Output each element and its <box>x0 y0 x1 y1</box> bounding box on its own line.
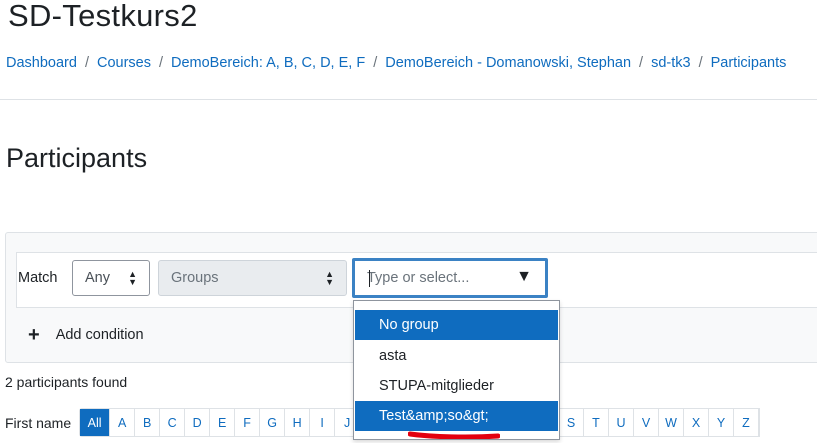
initials-letters-right: S T U V W X Y Z <box>559 408 760 437</box>
initial-letter[interactable]: G <box>260 409 286 436</box>
initial-letter[interactable]: V <box>634 409 659 436</box>
initial-letter[interactable]: S <box>559 409 584 436</box>
filter-type-value: Groups <box>171 270 219 286</box>
updown-arrows-icon: ▲ ▼ <box>128 269 137 287</box>
breadcrumb-separator: / <box>373 55 378 71</box>
firstname-initials-bar: First name All A B C D E F G H I J <box>5 408 362 437</box>
initial-letter[interactable]: I <box>310 409 336 436</box>
group-autocomplete[interactable]: ▼ <box>352 258 548 298</box>
text-cursor <box>369 270 370 287</box>
match-select[interactable]: Any ▲ ▼ <box>72 260 150 296</box>
initials-letters: All A B C D E F G H I J <box>79 408 362 437</box>
breadcrumb-demobereich-subcategory[interactable]: DemoBereich - Domanowski, Stephan <box>385 55 631 71</box>
group-search-input[interactable] <box>355 261 515 295</box>
option-test-escaped[interactable]: Test&amp;so&gt; <box>355 401 558 431</box>
breadcrumb-separator: / <box>698 55 703 71</box>
breadcrumb-dashboard[interactable]: Dashboard <box>6 55 77 71</box>
updown-arrows-icon: ▲ ▼ <box>325 269 334 287</box>
initial-letter[interactable]: Z <box>734 409 759 436</box>
breadcrumb-demobereich-category[interactable]: DemoBereich: A, B, C, D, E, F <box>171 55 365 71</box>
breadcrumb-participants[interactable]: Participants <box>711 55 787 71</box>
breadcrumb-separator: / <box>639 55 644 71</box>
breadcrumb: Dashboard / Courses / DemoBereich: A, B,… <box>6 55 786 71</box>
header-divider <box>0 99 817 100</box>
initial-letter[interactable]: T <box>584 409 609 436</box>
match-select-value: Any <box>85 270 110 286</box>
initial-all[interactable]: All <box>80 409 111 436</box>
initial-letter[interactable]: Y <box>709 409 734 436</box>
initial-letter[interactable]: A <box>110 409 136 436</box>
red-underline-annotation <box>408 431 500 439</box>
initial-letter[interactable]: U <box>609 409 634 436</box>
match-label: Match <box>18 270 58 286</box>
breadcrumb-course[interactable]: sd-tk3 <box>651 55 691 71</box>
initial-letter[interactable]: B <box>135 409 161 436</box>
dropdown-arrow-icon[interactable]: ▼ <box>516 268 532 286</box>
breadcrumb-courses[interactable]: Courses <box>97 55 151 71</box>
initial-letter[interactable]: W <box>659 409 684 436</box>
group-options-listbox: No group asta STUPA-mitglieder Test&amp;… <box>353 300 560 440</box>
initial-letter[interactable]: H <box>285 409 311 436</box>
breadcrumb-separator: / <box>84 55 89 71</box>
participants-count: 2 participants found <box>5 374 128 390</box>
initial-letter[interactable]: F <box>235 409 261 436</box>
initial-letter[interactable]: C <box>160 409 186 436</box>
option-stupa-mitglieder[interactable]: STUPA-mitglieder <box>355 371 558 401</box>
page-title: Participants <box>6 143 148 173</box>
initials-label: First name <box>5 414 72 431</box>
course-title: SD-Testkurs2 <box>8 0 198 33</box>
initial-letter[interactable]: E <box>210 409 236 436</box>
filter-type-select[interactable]: Groups ▲ ▼ <box>158 260 347 296</box>
initial-letter[interactable]: D <box>185 409 211 436</box>
option-asta[interactable]: asta <box>355 341 558 371</box>
add-condition-label: Add condition <box>55 327 144 343</box>
breadcrumb-separator: / <box>158 55 163 71</box>
add-condition-button[interactable]: + Add condition <box>28 324 144 346</box>
plus-icon: + <box>28 324 40 346</box>
option-no-group[interactable]: No group <box>355 310 558 340</box>
initial-letter[interactable]: X <box>684 409 709 436</box>
